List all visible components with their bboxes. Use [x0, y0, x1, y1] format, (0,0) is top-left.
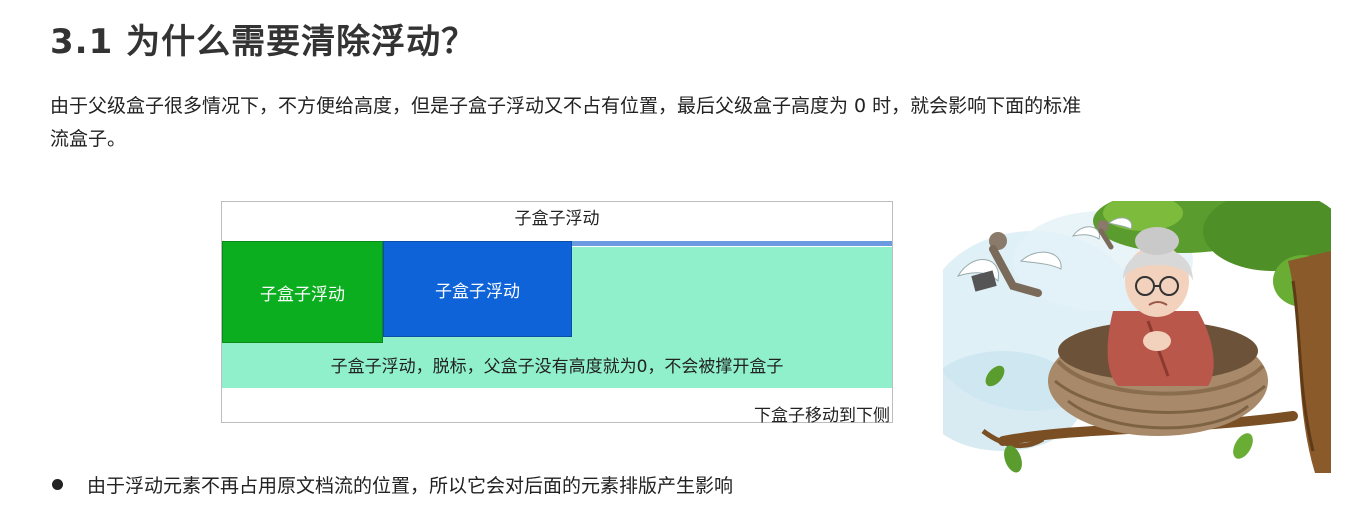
slide: 3.1 为什么需要清除浮动？ 由于父级盒子很多情况下，不方便给高度，但是子盒子浮… — [0, 0, 1366, 510]
illustration-svg — [943, 201, 1331, 473]
bullet-item: 由于浮动元素不再占用原文档流的位置，所以它会对后面的元素排版产生影响 — [52, 471, 733, 498]
grandma-in-nest-icon — [943, 201, 1331, 473]
bullet-dot-icon — [52, 479, 63, 490]
green-float-box-label: 子盒子浮动 — [260, 284, 345, 305]
parent-box-border — [572, 241, 892, 246]
float-diagram: 子盒子浮动 子盒子浮动 子盒子浮动 子盒子浮动，脱标，父盒子没有高度就为0，不会… — [221, 201, 893, 426]
diagram-explanation: 子盒子浮动，脱标，父盒子没有高度就为0，不会被撑开盒子 — [330, 357, 784, 377]
lower-box-label: 下盒子移动到下侧 — [754, 406, 890, 426]
page-title: 3.1 为什么需要清除浮动？ — [50, 22, 477, 62]
blue-float-box-label: 子盒子浮动 — [435, 281, 520, 302]
green-float-box: 子盒子浮动 — [222, 241, 383, 343]
parent-box-label: 子盒子浮动 — [514, 209, 600, 229]
intro-paragraph: 由于父级盒子很多情况下，不方便给高度，但是子盒子浮动又不占有位置，最后父级盒子高… — [50, 95, 1082, 150]
bullet-text: 由于浮动元素不再占用原文档流的位置，所以它会对后面的元素排版产生影响 — [87, 475, 734, 497]
blue-float-box: 子盒子浮动 — [383, 241, 572, 337]
